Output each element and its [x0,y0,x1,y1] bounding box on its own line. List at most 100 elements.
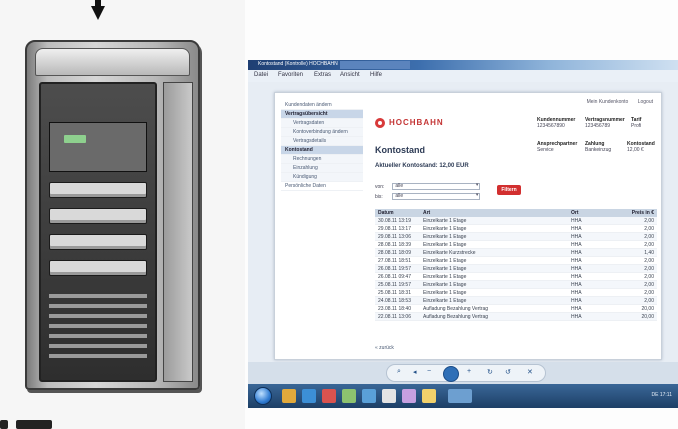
menu-bar: Datei Favoriten Extras Ansicht Hilfe [248,70,678,82]
table-row: 26.08.11 09:47 Einzelkarte 1 Etage HHA 2,00 [375,273,657,281]
menu-item-hilfe[interactable]: Hilfe [370,72,382,78]
table-row: 22.08.11 13:06 Aufladung Bezahlung Vertra… [375,313,657,321]
table-row: 28.08.11 18:39 Einzelkarte 1 Etage HHA 2,00 [375,241,657,249]
header-datum[interactable]: Datum [378,209,394,217]
header-art[interactable]: Art [423,209,430,217]
price-cell: 2,00 [644,226,654,232]
place-cell: HHA [571,282,582,288]
play-icon[interactable] [443,366,459,382]
nav-item-rechnungen[interactable]: Rechnungen [281,155,363,164]
transactions-table: Datum Art Ort Preis in € 30.08.11 13:19 E… [375,209,657,321]
date-cell: 24.08.11 18:53 [378,298,411,304]
nav-item-vertragsdaten[interactable]: Vertragsdaten [281,119,363,128]
browser-icon[interactable] [302,389,316,403]
table-row: 25.08.11 18:31 Einzelkarte 1 Etage HHA 2,00 [375,289,657,297]
vent-grille [49,314,147,318]
active-window-icon[interactable] [448,389,472,403]
date-cell: 29.08.11 13:06 [378,234,411,240]
menu-item-favoriten[interactable]: Favoriten [278,72,303,78]
menu-item-datei[interactable]: Datei [254,72,268,78]
place-cell: HHA [571,250,582,256]
place-cell: HHA [571,234,582,240]
type-cell: Einzelkarte 1 Etage [423,258,467,264]
menu-item-ansicht[interactable]: Ansicht [340,72,360,78]
browser-viewport: Mein Kundenkonto Logout Kundendaten ände… [248,82,678,362]
table-row: 29.08.11 13:17 Einzelkarte 1 Etage HHA 2,00 [375,225,657,233]
info-value: 12,00 € [627,147,644,153]
prev-icon[interactable]: ◂ [413,368,417,376]
vent-grille [49,344,147,348]
place-cell: HHA [571,258,582,264]
header-preis[interactable]: Preis in € [632,209,654,217]
drive-bay [49,234,147,250]
tower-control-panel [49,122,147,172]
place-cell: HHA [571,314,582,320]
top-links: Mein Kundenkonto Logout [579,99,653,105]
zoom-in-icon[interactable]: + [467,368,471,375]
info-kundennummer: Kundennummer 1234567890 [537,117,575,129]
sidebar-nav: Kundendaten ändern Vertragsübersicht Ver… [281,101,363,191]
search-icon[interactable]: ⌕ [397,368,401,376]
app-icon[interactable] [342,389,356,403]
info-tarif: Tarif Profi [631,117,641,129]
arrow-down-icon [91,6,105,20]
rotate-left-icon[interactable]: ↺ [505,368,511,376]
drive-bay [49,208,147,224]
app-icon[interactable] [362,389,376,403]
nav-item-kuendigung[interactable]: Kündigung [281,173,363,182]
start-button[interactable] [254,387,272,405]
place-cell: HHA [571,266,582,272]
price-cell: 2,00 [644,290,654,296]
drive-bay [49,182,147,198]
app-icon[interactable] [422,389,436,403]
info-ansprechpartner: Ansprechpartner Service [537,141,577,153]
nav-item-vertragsuebersicht[interactable]: Vertragsübersicht [281,110,363,119]
logout-link[interactable]: Logout [638,99,653,105]
app-icon[interactable] [382,389,396,403]
close-icon[interactable]: ✕ [527,368,533,376]
filter-button[interactable]: Filtern [497,185,521,195]
info-vertragsnummer: Vertragsnummer 123456789 [585,117,625,129]
app-icon[interactable] [322,389,336,403]
nav-item-einzahlung[interactable]: Einzahlung [281,164,363,173]
status-led-icon [64,135,86,143]
place-cell: HHA [571,218,582,224]
table-row: 27.08.11 18:51 Einzelkarte 1 Etage HHA 2,00 [375,257,657,265]
system-tray-clock[interactable]: DE 17:11 [652,392,672,398]
vent-grille [49,294,147,298]
table-body: 30.08.11 13:19 Einzelkarte 1 Etage HHA 2,00… [375,217,657,321]
table-header: Datum Art Ort Preis in € [375,209,657,217]
zoom-out-icon[interactable]: − [427,368,431,375]
browser-tab[interactable] [340,61,410,69]
menu-item-extras[interactable]: Extras [314,72,331,78]
nav-item-vertragsdetails[interactable]: Vertragsdetails [281,137,363,146]
type-cell: Einzelkarte 1 Etage [423,234,467,240]
date-cell: 30.08.11 13:19 [378,218,411,224]
header-ort[interactable]: Ort [571,209,579,217]
info-zahlung: Zahlung Bankeinzug [585,141,611,153]
date-cell: 23.08.11 18:40 [378,306,411,312]
back-link[interactable]: « zurück [375,345,394,351]
filter-to-select[interactable]: alle [392,193,481,200]
rotate-icon[interactable]: ↻ [487,368,493,376]
app-icon[interactable] [402,389,416,403]
nav-item-persoenliche-daten[interactable]: Persönliche Daten [281,182,363,191]
hochbahn-logo[interactable]: HOCHBAHN [375,117,455,129]
page-title: Kontostand [375,145,425,155]
type-cell: Einzelkarte 1 Etage [423,290,467,296]
logo-text: HOCHBAHN [389,118,444,127]
screenshot: Kontostand (Kontrolle) HOCHBAHN Datei Fa… [0,0,678,429]
nav-item-kontostand[interactable]: Kontostand [281,146,363,155]
drive-bay [49,260,147,276]
price-cell: 2,00 [644,266,654,272]
viewer-controls: ⌕ ◂ − + ↻ ↺ ✕ [386,364,546,382]
nav-item-kundendaten[interactable]: Kundendaten ändern [281,101,363,110]
table-row: 26.08.11 19:57 Einzelkarte 1 Etage HHA 2,00 [375,265,657,273]
folder-icon[interactable] [282,389,296,403]
filter-from-select[interactable]: alle [392,183,481,190]
nav-item-kontoverbindung[interactable]: Kontoverbindung ändern [281,128,363,137]
account-link[interactable]: Mein Kundenkonto [587,99,629,105]
bottom-arrow-icon [0,416,60,429]
web-page: Mein Kundenkonto Logout Kundendaten ände… [274,92,662,360]
type-cell: Einzelkarte 1 Etage [423,226,467,232]
